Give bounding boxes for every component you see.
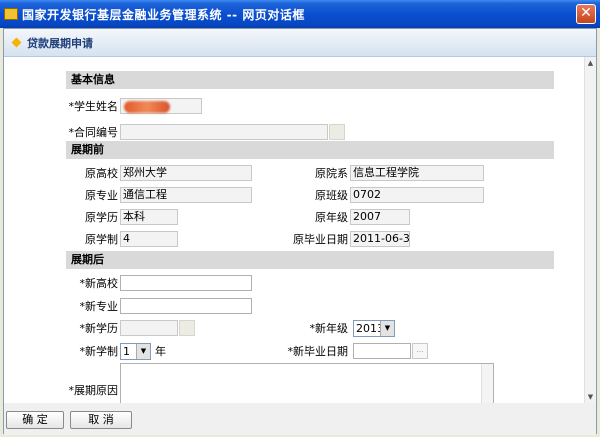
new-grade-label: *新年级	[309, 322, 349, 335]
contract-no-field	[120, 124, 328, 140]
student-name-label: *学生姓名	[68, 100, 119, 113]
window-title: 国家开发银行基层金融业务管理系统 -- 网页对话框	[22, 7, 305, 22]
new-degree-lookup-button[interactable]	[179, 320, 195, 336]
new-school-input[interactable]	[120, 275, 252, 291]
contract-no-label: *合同编号	[68, 126, 119, 139]
cancel-button[interactable]: 取 消	[70, 411, 132, 429]
orig-school-label: 原高校	[85, 167, 118, 180]
orig-length-field: 4	[120, 231, 178, 247]
chevron-down-icon: ▼	[380, 321, 394, 336]
new-length-select[interactable]: 1 ▼	[120, 343, 151, 360]
window-titlebar: 国家开发银行基层金融业务管理系统 -- 网页对话框 ✕	[0, 0, 600, 28]
new-grad-date-input[interactable]	[353, 343, 411, 359]
calendar-icon[interactable]: …	[412, 343, 428, 359]
dialog-client-area: 贷款展期申请 基本信息 *学生姓名 *合同编号 展期前 原高校 郑州大学 原院系…	[3, 28, 597, 435]
scroll-up-icon[interactable]: ▲	[585, 57, 596, 69]
orig-grade-field: 2007	[350, 209, 410, 225]
app-icon	[4, 8, 18, 20]
close-button[interactable]: ✕	[576, 4, 596, 24]
diamond-icon	[11, 37, 22, 48]
new-grad-date-label: *新毕业日期	[287, 345, 349, 358]
orig-degree-label: 原学历	[85, 211, 118, 224]
new-major-label: *新专业	[79, 300, 119, 313]
new-length-value: 1	[123, 345, 130, 358]
section-after-extension: 展期后	[66, 251, 554, 269]
form-scroll-area[interactable]: 基本信息 *学生姓名 *合同编号 展期前 原高校 郑州大学 原院系 信息工程学院…	[4, 57, 596, 403]
section-basic-info: 基本信息	[66, 71, 554, 89]
redacted-name-mark	[124, 101, 170, 113]
new-length-label: *新学制	[79, 345, 119, 358]
orig-grade-label: 原年级	[315, 211, 348, 224]
page-title: 贷款展期申请	[27, 36, 93, 50]
close-icon: ✕	[580, 5, 592, 21]
orig-length-label: 原学制	[85, 233, 118, 246]
new-major-input[interactable]	[120, 298, 252, 314]
reason-label: *展期原因	[68, 384, 119, 397]
orig-dept-field: 信息工程学院	[350, 165, 484, 181]
chevron-down-icon: ▼	[136, 344, 150, 359]
new-grade-select[interactable]: 2013 ▼	[353, 320, 395, 337]
orig-major-label: 原专业	[85, 189, 118, 202]
new-degree-field	[120, 320, 178, 336]
textarea-scrollbar[interactable]	[481, 364, 493, 403]
contract-lookup-button[interactable]	[329, 124, 345, 140]
vertical-scrollbar[interactable]: ▲ ▼	[584, 57, 596, 403]
scroll-down-icon[interactable]: ▼	[585, 391, 596, 403]
orig-dept-label: 原院系	[315, 167, 348, 180]
reason-textarea[interactable]	[120, 363, 494, 403]
orig-degree-field: 本科	[120, 209, 178, 225]
orig-class-field: 0702	[350, 187, 484, 203]
new-school-label: *新高校	[79, 277, 119, 290]
orig-grad-date-field: 2011-06-30	[350, 231, 410, 247]
year-unit-label: 年	[155, 345, 166, 358]
orig-major-field: 通信工程	[120, 187, 252, 203]
orig-class-label: 原班级	[315, 189, 348, 202]
orig-school-field: 郑州大学	[120, 165, 252, 181]
section-before-extension: 展期前	[66, 141, 554, 159]
confirm-button[interactable]: 确 定	[6, 411, 64, 429]
new-degree-label: *新学历	[79, 322, 119, 335]
orig-grad-date-label: 原毕业日期	[293, 233, 348, 246]
dialog-footer: 确 定 取 消	[4, 403, 596, 435]
page-header: 贷款展期申请	[4, 29, 596, 57]
